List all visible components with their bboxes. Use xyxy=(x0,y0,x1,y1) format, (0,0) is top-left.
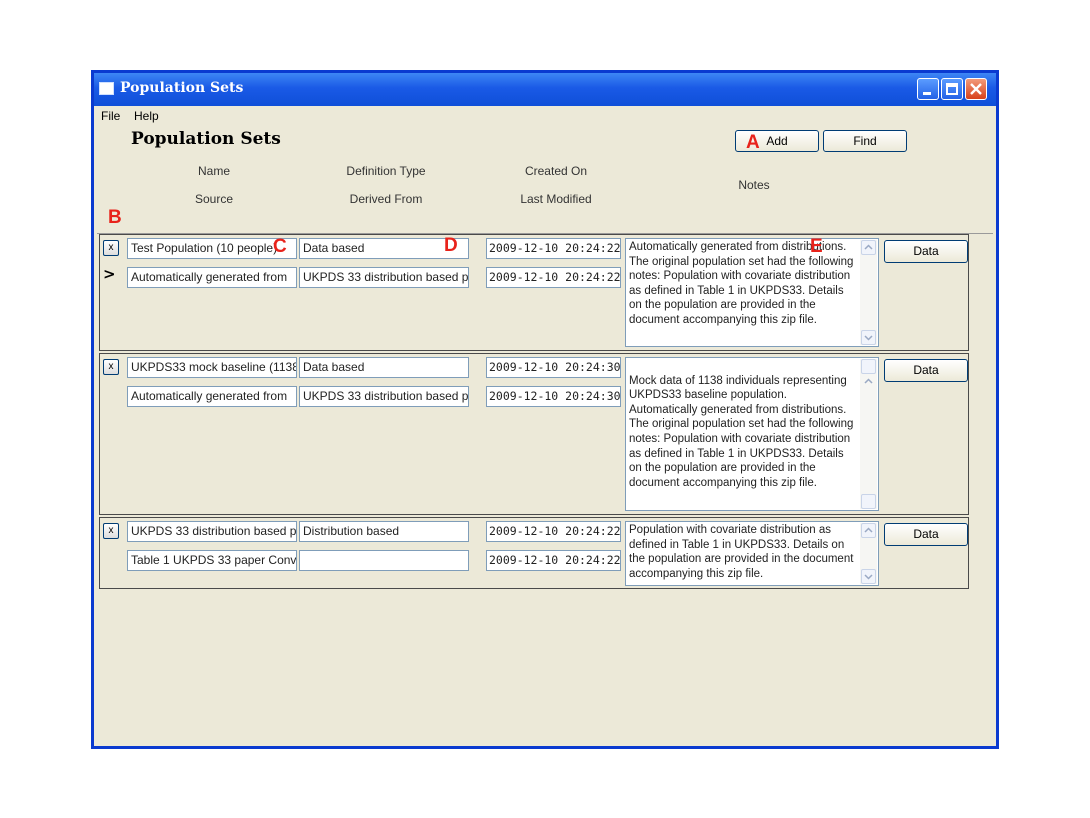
annotation-a: A xyxy=(746,132,760,153)
derived-from-field[interactable] xyxy=(299,550,469,571)
last-modified-field[interactable]: 2009-12-10 20:24:30.1 xyxy=(486,386,621,407)
chevron-down-icon xyxy=(864,574,873,580)
close-icon xyxy=(970,83,982,95)
data-button[interactable]: Data xyxy=(884,240,968,263)
created-on-field[interactable]: 2009-12-10 20:24:22.1 xyxy=(486,238,621,259)
menu-file[interactable]: File xyxy=(101,109,120,123)
header-definition-type: Definition Type xyxy=(346,164,426,178)
window-icon xyxy=(99,82,114,95)
maximize-icon xyxy=(946,83,958,95)
notes-scrollbar[interactable] xyxy=(860,523,877,584)
created-on-field[interactable]: 2009-12-10 20:24:22.0 xyxy=(486,521,621,542)
find-button-label: Find xyxy=(853,134,877,148)
menu-help[interactable]: Help xyxy=(134,109,159,123)
derived-from-field[interactable]: UKPDS 33 distribution based p xyxy=(299,267,469,288)
minimize-icon xyxy=(923,92,931,95)
last-modified-field[interactable]: 2009-12-10 20:24:22.1 xyxy=(486,267,621,288)
header-derived-from: Derived From xyxy=(349,192,423,206)
derived-from-field[interactable]: UKPDS 33 distribution based p xyxy=(299,386,469,407)
source-field[interactable]: Table 1 UKPDS 33 paper Conv xyxy=(127,550,297,571)
header-created-on: Created On xyxy=(524,164,588,178)
data-button[interactable]: Data xyxy=(884,523,968,546)
title-bar[interactable]: Population Sets xyxy=(94,73,996,106)
chevron-down-icon xyxy=(864,335,873,341)
name-field[interactable]: UKPDS33 mock baseline (1138 xyxy=(127,357,297,378)
notes-textarea[interactable]: Mock data of 1138 individuals representi… xyxy=(625,357,879,511)
scroll-up-arrow[interactable] xyxy=(861,240,876,255)
annotation-c: C xyxy=(273,236,287,257)
notes-textarea[interactable]: Population with covariate distribution a… xyxy=(625,521,879,586)
chevron-up-icon xyxy=(864,378,873,384)
current-row-marker: > xyxy=(103,265,116,283)
notes-text: Mock data of 1138 individuals representi… xyxy=(629,374,854,489)
source-field[interactable]: Automatically generated from xyxy=(127,267,297,288)
menu-bar: File Help xyxy=(94,106,996,126)
record-row: x UKPDS 33 distribution based p Distribu… xyxy=(99,517,969,589)
definition-type-field[interactable]: Data based xyxy=(299,357,469,378)
add-button-label: Add xyxy=(766,134,788,148)
name-field[interactable]: Test Population (10 people) xyxy=(127,238,297,259)
header-name: Name xyxy=(197,164,230,178)
chevron-down-icon xyxy=(862,510,875,511)
header-notes: Notes xyxy=(738,178,770,192)
source-field[interactable]: Automatically generated from xyxy=(127,386,297,407)
minimize-button[interactable] xyxy=(917,78,939,100)
chevron-up-icon xyxy=(864,244,873,250)
header-source: Source xyxy=(194,192,234,206)
page-title: Population Sets xyxy=(131,129,281,149)
chevron-up-icon xyxy=(864,527,873,533)
annotation-e: E xyxy=(810,236,823,257)
close-button[interactable] xyxy=(965,78,987,100)
definition-type-field[interactable]: Distribution based xyxy=(299,521,469,542)
record-row: x > Test Population (10 people) Data bas… xyxy=(99,234,969,351)
notes-scrollbar[interactable] xyxy=(860,359,877,509)
notes-scrollbar[interactable] xyxy=(860,240,877,345)
annotation-d: D xyxy=(444,235,458,256)
last-modified-field[interactable]: 2009-12-10 20:24:22.0 xyxy=(486,550,621,571)
maximize-button[interactable] xyxy=(941,78,963,100)
name-field[interactable]: UKPDS 33 distribution based p xyxy=(127,521,297,542)
data-button[interactable]: Data xyxy=(884,359,968,382)
header-last-modified: Last Modified xyxy=(520,192,592,206)
delete-button[interactable]: x xyxy=(103,240,119,256)
delete-button[interactable]: x xyxy=(103,359,119,375)
record-row: x UKPDS33 mock baseline (1138 Data based… xyxy=(99,353,969,515)
delete-button[interactable]: x xyxy=(103,523,119,539)
find-button[interactable]: Find xyxy=(823,130,907,152)
scroll-up-arrow[interactable] xyxy=(861,523,876,538)
notes-textarea[interactable]: Automatically generated from distributio… xyxy=(625,238,879,347)
scroll-down-arrow[interactable] xyxy=(861,569,876,584)
window-title: Population Sets xyxy=(120,80,244,96)
scroll-down-arrow[interactable] xyxy=(861,494,876,509)
notes-text: Population with covariate distribution a… xyxy=(629,524,854,580)
created-on-field[interactable]: 2009-12-10 20:24:30.1 xyxy=(486,357,621,378)
scroll-down-arrow[interactable] xyxy=(861,330,876,345)
annotation-b: B xyxy=(108,207,122,228)
scroll-up-arrow[interactable] xyxy=(861,359,876,384)
population-sets-window: Population Sets File Help Population Set… xyxy=(91,70,999,749)
